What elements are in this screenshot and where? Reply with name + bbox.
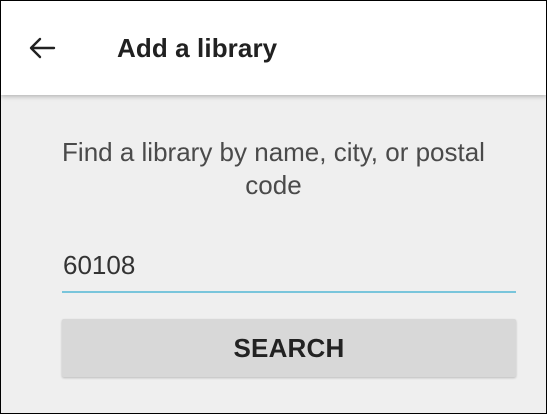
search-button[interactable]: SEARCH (62, 319, 516, 377)
main-content: Find a library by name, city, or postal … (1, 95, 546, 413)
search-input[interactable] (62, 241, 517, 289)
app-toolbar: Add a library (1, 1, 546, 95)
app-screen: Add a library Find a library by name, ci… (0, 0, 547, 414)
search-field-container (62, 241, 517, 293)
arrow-left-icon (28, 36, 56, 60)
page-title: Add a library (117, 33, 278, 63)
search-prompt: Find a library by name, city, or postal … (62, 137, 485, 200)
back-button[interactable] (19, 25, 65, 71)
